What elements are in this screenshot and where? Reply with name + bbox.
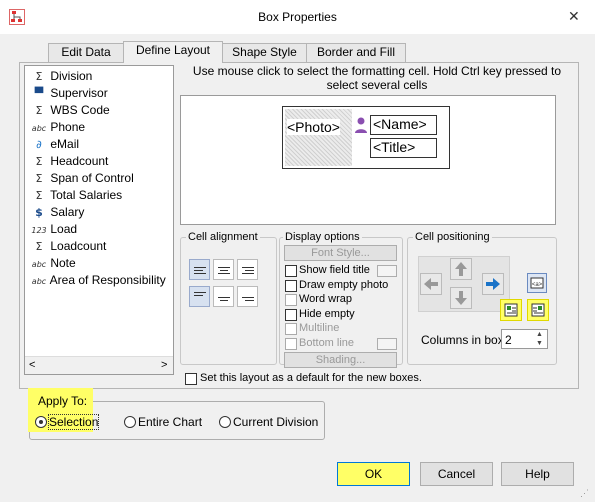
apply-selection-radio[interactable] <box>35 416 47 428</box>
field-list[interactable]: Σ Division ▀ Supervisor Σ WBS Code abc P… <box>24 65 174 375</box>
bottom-line-options-button[interactable] <box>377 338 397 350</box>
currency-icon: $ <box>35 206 43 219</box>
display-options-label: Display options <box>283 231 362 243</box>
apply-current-division-label: Current Division <box>233 415 319 429</box>
sum-icon: Σ <box>35 240 43 253</box>
field-title-options-button[interactable] <box>377 265 397 277</box>
columns-in-box-stepper[interactable]: 2 ▲ ▼ <box>501 329 548 349</box>
move-right-arrow-icon[interactable] <box>482 273 504 295</box>
align-top-left-button[interactable] <box>189 259 210 280</box>
bottom-line-checkbox[interactable] <box>285 338 297 350</box>
resize-grip-icon[interactable]: ⋰ <box>580 488 592 500</box>
align-middle-left-button[interactable] <box>189 286 210 307</box>
columns-in-box-label: Columns in box: <box>421 333 508 347</box>
field-item[interactable]: Σ Total Salaries <box>31 187 123 204</box>
tab-define-layout[interactable]: Define Layout <box>123 41 223 63</box>
draw-empty-photo-label: Draw empty photo <box>299 279 389 291</box>
sum-icon: Σ <box>35 104 43 117</box>
field-item[interactable]: abc Area of Responsibility <box>31 272 166 289</box>
field-item[interactable]: $ Salary <box>31 204 84 221</box>
bottom-line-label: Bottom line <box>299 337 355 349</box>
field-item[interactable]: ▀ Supervisor <box>31 85 108 102</box>
hide-empty-label: Hide empty <box>299 308 355 320</box>
photo-cell-label: <Photo> <box>287 119 340 135</box>
align-middle-right-button[interactable] <box>237 286 258 307</box>
draw-empty-photo-checkbox[interactable] <box>285 280 297 292</box>
text-field-icon: abc <box>31 277 47 286</box>
sum-icon: Σ <box>35 172 43 185</box>
svg-text:<a>: <a> <box>532 282 543 288</box>
person-icon <box>354 115 368 135</box>
multiline-label: Multiline <box>299 322 340 334</box>
text-field-icon: abc <box>31 124 47 133</box>
sum-icon: Σ <box>35 70 43 83</box>
stepper-arrows-icon[interactable]: ▲ ▼ <box>536 330 543 348</box>
apply-entire-chart-radio[interactable] <box>124 416 136 428</box>
show-field-title-label: Show field title <box>299 264 370 276</box>
name-cell[interactable]: <Name> <box>370 115 437 135</box>
add-cell-left-icon[interactable] <box>500 299 522 321</box>
sum-icon: Σ <box>35 189 43 202</box>
field-item[interactable]: Σ WBS Code <box>31 102 110 119</box>
default-layout-label: Set this layout as a default for the new… <box>200 372 422 384</box>
org-chart-icon: ▀ <box>34 87 44 100</box>
hide-empty-checkbox[interactable] <box>285 309 297 321</box>
multiline-checkbox[interactable] <box>285 323 297 335</box>
move-left-arrow-icon[interactable] <box>420 273 442 295</box>
scroll-right-icon[interactable]: > <box>161 359 167 371</box>
move-up-arrow-icon[interactable] <box>450 258 472 280</box>
title-cell[interactable]: <Title> <box>370 138 437 158</box>
field-item[interactable]: Σ Span of Control <box>31 170 134 187</box>
field-item[interactable]: ∂ eMail <box>31 136 79 153</box>
tab-shape-style[interactable]: Shape Style <box>222 43 307 62</box>
field-item[interactable]: 123 Load <box>31 221 77 238</box>
shading-button[interactable]: Shading... <box>284 352 397 368</box>
default-layout-checkbox[interactable] <box>185 373 197 385</box>
ok-button[interactable]: OK <box>337 462 410 486</box>
box-layout-preview: <Photo> <Name> <Title> <box>282 106 450 169</box>
apply-selection-label: Selection <box>47 414 100 430</box>
layout-instructions: Use mouse click to select the formatting… <box>192 64 562 92</box>
cell-layout-icon[interactable]: <a> <box>527 273 547 293</box>
close-icon[interactable]: ✕ <box>568 8 580 25</box>
word-wrap-checkbox[interactable] <box>285 294 297 306</box>
add-cell-right-icon[interactable] <box>527 299 549 321</box>
window-title: Box Properties <box>258 10 337 24</box>
show-field-title-checkbox[interactable] <box>285 265 297 277</box>
apply-to-label: Apply To: <box>38 394 88 408</box>
align-top-right-button[interactable] <box>237 259 258 280</box>
field-item[interactable]: Σ Loadcount <box>31 238 107 255</box>
apply-current-division-radio[interactable] <box>219 416 231 428</box>
email-link-icon: ∂ <box>36 138 42 151</box>
move-down-arrow-icon[interactable] <box>450 287 472 309</box>
tab-border-and-fill[interactable]: Border and Fill <box>306 43 406 62</box>
field-item[interactable]: Σ Headcount <box>31 153 109 170</box>
columns-value: 2 <box>505 333 512 347</box>
number-field-icon: 123 <box>31 226 47 235</box>
field-item[interactable]: Σ Division <box>31 68 93 85</box>
scroll-left-icon[interactable]: < <box>29 359 35 371</box>
apply-entire-chart-label: Entire Chart <box>138 415 203 429</box>
field-item[interactable]: abc Note <box>31 255 76 272</box>
tab-edit-data[interactable]: Edit Data <box>48 43 124 62</box>
horizontal-scrollbar[interactable]: < > <box>25 356 173 374</box>
help-button[interactable]: Help <box>501 462 574 486</box>
cell-alignment-label: Cell alignment <box>186 231 260 243</box>
align-middle-center-button[interactable] <box>213 286 234 307</box>
font-style-button[interactable]: Font Style... <box>284 245 397 261</box>
cell-positioning-label: Cell positioning <box>413 231 492 243</box>
sum-icon: Σ <box>35 155 43 168</box>
cancel-button[interactable]: Cancel <box>420 462 493 486</box>
text-field-icon: abc <box>31 260 47 269</box>
photo-cell[interactable]: <Photo> <box>285 109 352 166</box>
align-top-center-button[interactable] <box>213 259 234 280</box>
field-item[interactable]: abc Phone <box>31 119 85 136</box>
word-wrap-label: Word wrap <box>299 293 352 305</box>
